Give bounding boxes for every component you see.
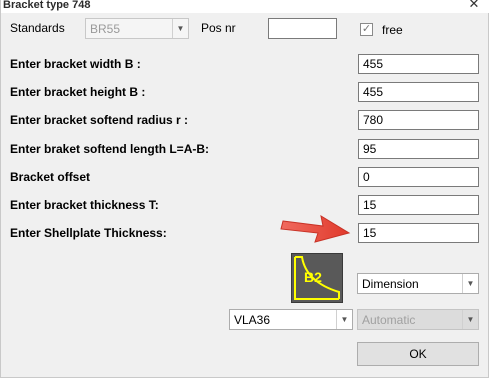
standards-select[interactable]: BR55 ▼ bbox=[85, 18, 189, 39]
bracket-type-label: B2 bbox=[304, 269, 322, 285]
material-value: VLA36 bbox=[234, 313, 271, 327]
chevron-down-icon[interactable]: ▼ bbox=[172, 19, 188, 38]
field-input-softend-length[interactable]: 95 bbox=[358, 139, 479, 159]
field-input-width[interactable]: 455 bbox=[358, 54, 479, 74]
free-label: free bbox=[382, 23, 403, 37]
field-input-height[interactable]: 455 bbox=[358, 82, 479, 102]
mode-select[interactable]: Automatic ▼ bbox=[357, 309, 479, 330]
field-label-offset: Bracket offset bbox=[10, 170, 91, 184]
pos-nr-input[interactable] bbox=[268, 18, 337, 39]
field-label-thickness: Enter bracket thickness T: bbox=[10, 198, 159, 212]
red-arrow-icon bbox=[280, 214, 351, 243]
standards-label: Standards bbox=[10, 21, 65, 35]
field-input-softend-radius[interactable]: 780 bbox=[358, 110, 479, 130]
field-input-offset[interactable]: 0 bbox=[358, 167, 479, 187]
ok-button[interactable]: OK bbox=[357, 342, 479, 366]
chevron-down-icon[interactable]: ▼ bbox=[462, 274, 478, 293]
mode-value: Automatic bbox=[362, 313, 416, 327]
material-select[interactable]: VLA36 ▼ bbox=[229, 309, 353, 330]
field-input-shellplate[interactable]: 15 bbox=[358, 223, 479, 243]
field-label-softend-radius: Enter bracket softend radius r : bbox=[10, 113, 189, 127]
title-bar: Bracket type 748 ✕ bbox=[1, 0, 489, 13]
pos-nr-label: Pos nr bbox=[201, 21, 236, 35]
field-label-shellplate: Enter Shellplate Thickness: bbox=[10, 226, 167, 240]
window-title: Bracket type 748 bbox=[3, 0, 91, 11]
dimension-value: Dimension bbox=[362, 277, 419, 291]
field-label-width: Enter bracket width B : bbox=[10, 57, 141, 71]
field-label-softend-length: Enter braket softend length L=A-B: bbox=[10, 142, 210, 156]
bracket-b2-icon[interactable]: B2 bbox=[291, 253, 343, 303]
bracket-dialog: Bracket type 748 ✕ Standards BR55 ▼ Pos … bbox=[0, 0, 489, 378]
dimension-select[interactable]: Dimension ▼ bbox=[357, 273, 479, 294]
close-icon[interactable]: ✕ bbox=[468, 0, 480, 10]
field-label-height: Enter bracket height B : bbox=[10, 85, 146, 99]
free-checkbox[interactable]: ✓ bbox=[360, 23, 373, 36]
chevron-down-icon[interactable]: ▼ bbox=[336, 310, 352, 329]
standards-value: BR55 bbox=[90, 22, 121, 36]
check-icon: ✓ bbox=[361, 23, 372, 35]
chevron-down-icon[interactable]: ▼ bbox=[462, 310, 478, 329]
field-input-thickness[interactable]: 15 bbox=[358, 195, 479, 215]
